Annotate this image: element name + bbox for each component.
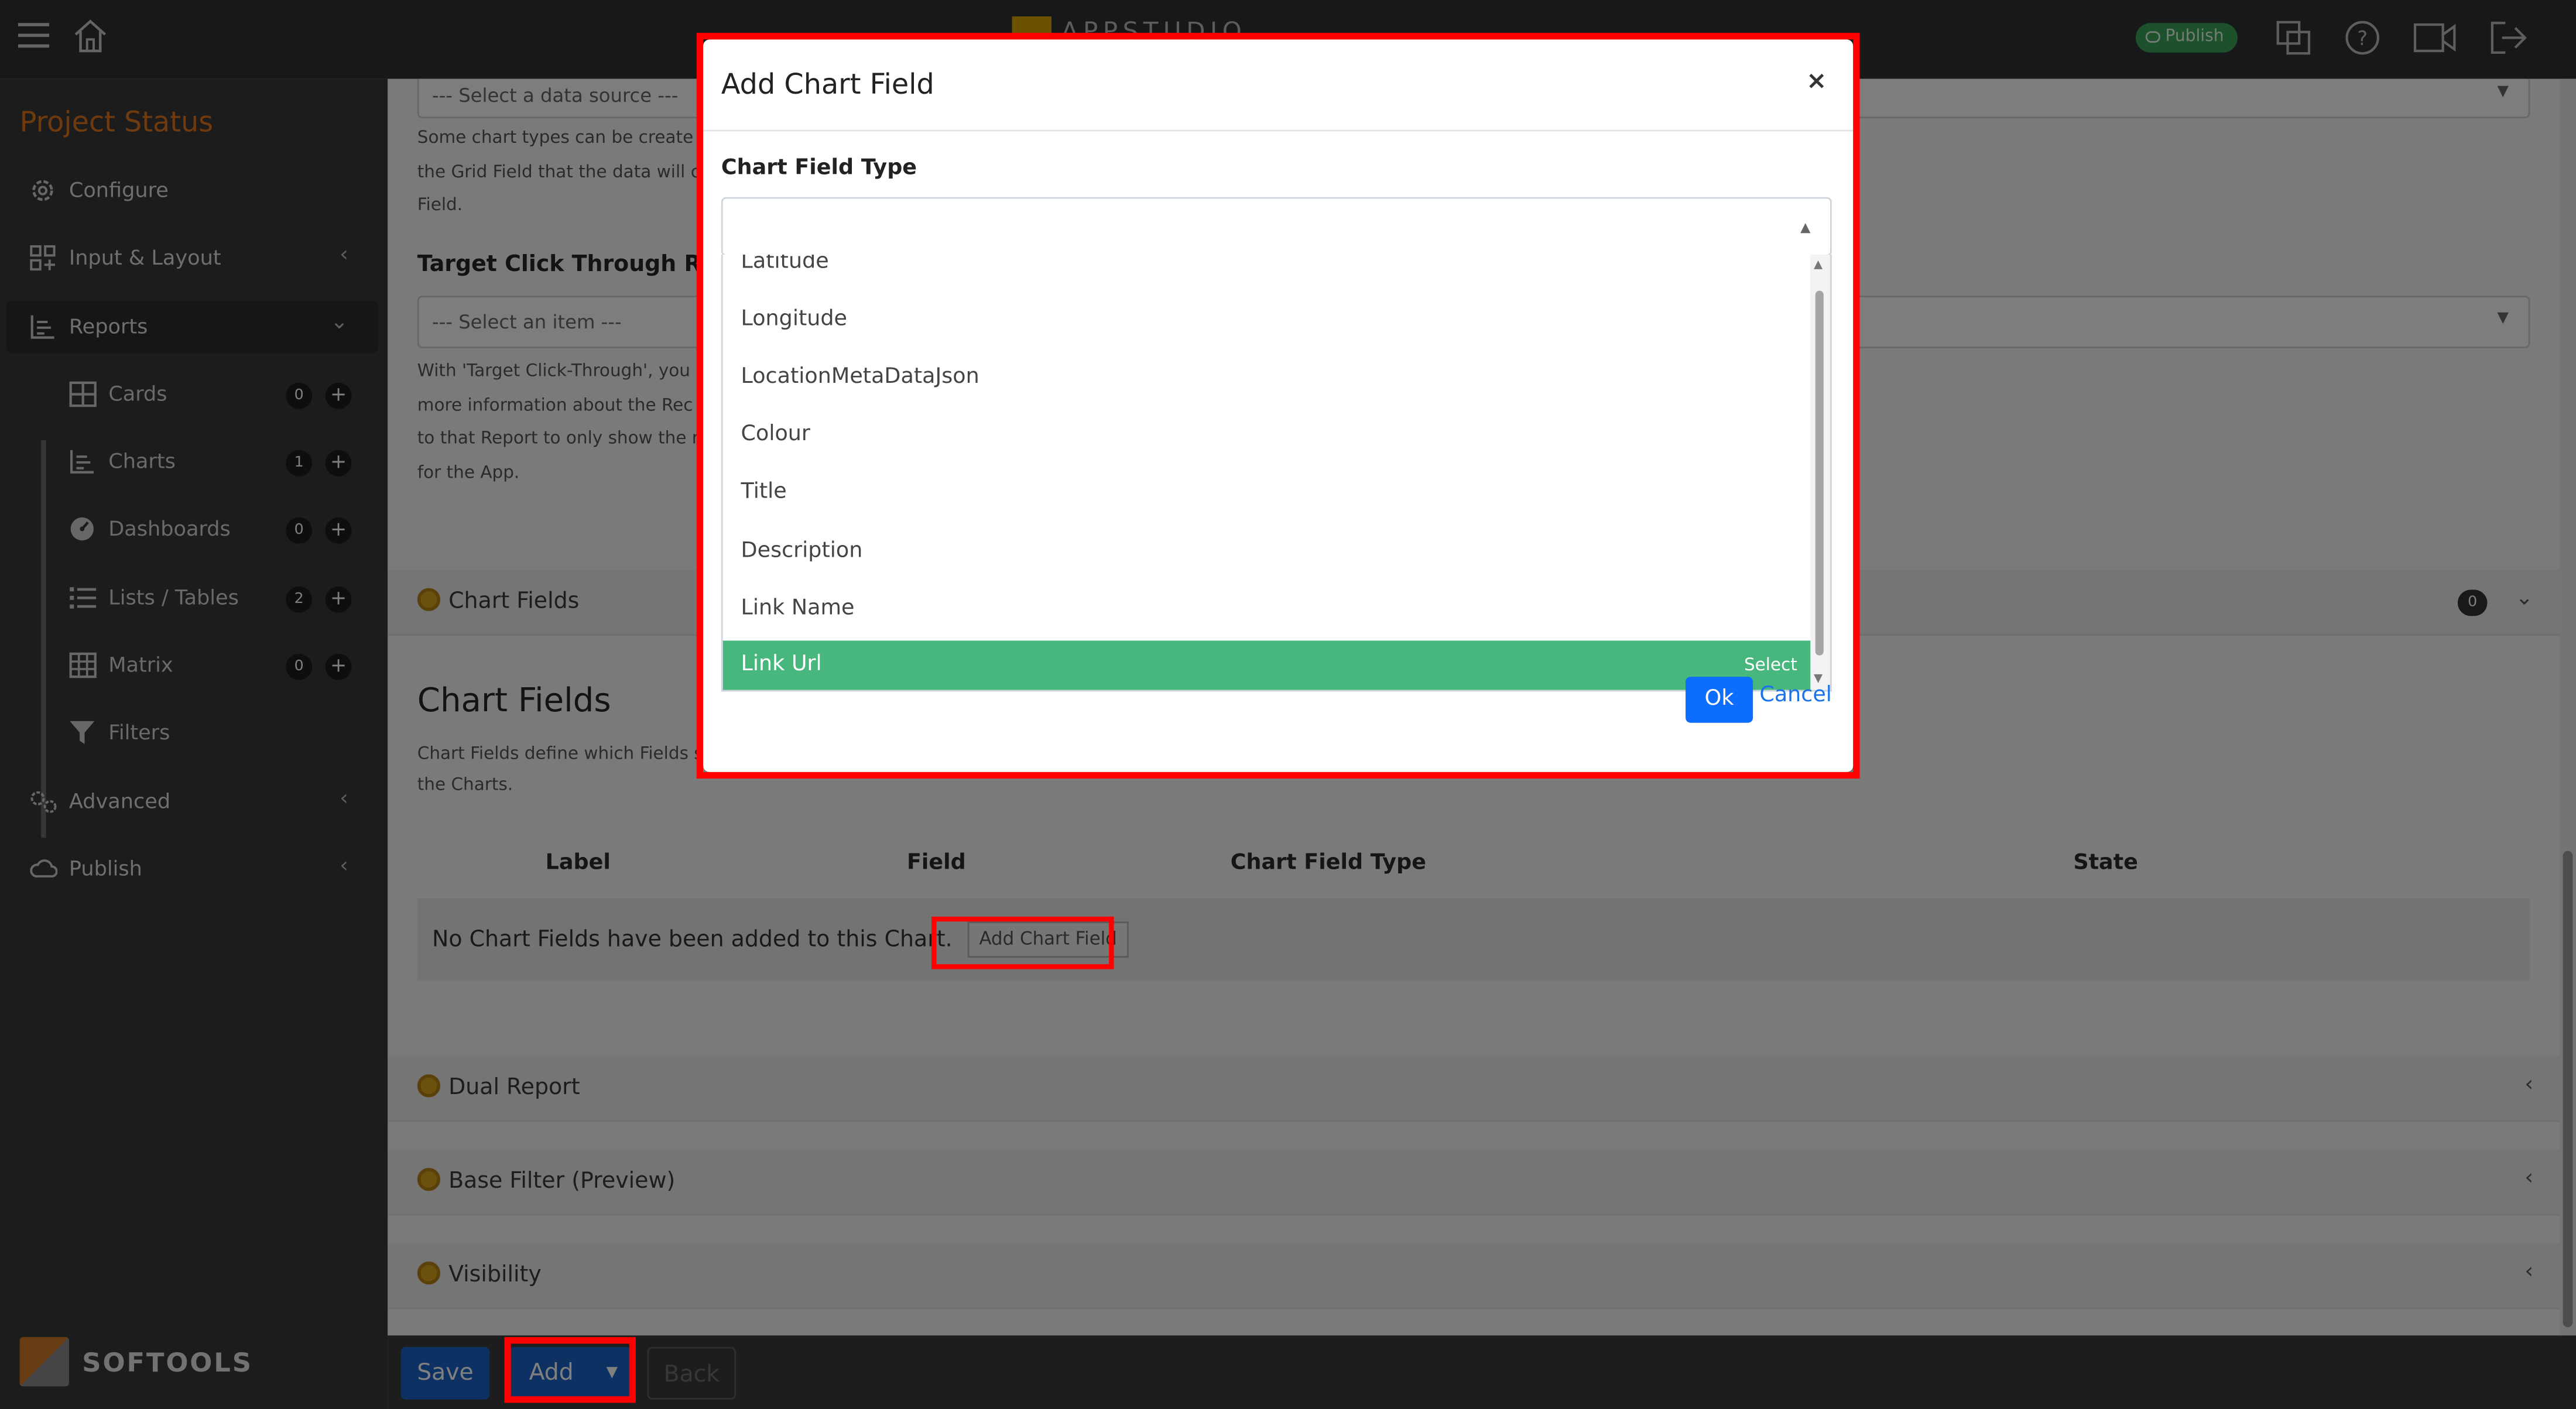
- option-link-url[interactable]: Link Url Select: [722, 640, 1814, 690]
- option-latitude[interactable]: Latitude: [723, 255, 1814, 287]
- option-description[interactable]: Description: [723, 527, 1814, 577]
- add-chart-field-dialog: Add Chart Field × Chart Field Type ▲ Lat…: [703, 39, 1854, 772]
- option-label: Link Name: [741, 596, 855, 621]
- chart-field-type-options: Latitude Longitude LocationMetaDataJson …: [721, 254, 1832, 692]
- option-link-name[interactable]: Link Name: [723, 585, 1814, 634]
- option-title[interactable]: Title: [723, 468, 1814, 517]
- option-label: Longitude: [741, 307, 848, 332]
- ok-button[interactable]: Ok: [1686, 677, 1753, 723]
- option-label: Link Url: [741, 652, 822, 677]
- caret-up-icon: ▲: [1800, 220, 1811, 235]
- options-scrollbar-thumb[interactable]: [1815, 290, 1824, 656]
- option-longitude[interactable]: Longitude: [723, 296, 1814, 345]
- option-label: LocationMetaDataJson: [741, 364, 979, 390]
- close-icon[interactable]: ×: [1806, 66, 1827, 95]
- chart-field-type-label: Chart Field Type: [721, 156, 917, 181]
- scroll-up-icon[interactable]: ▲: [1814, 258, 1823, 271]
- dialog-title: Add Chart Field: [721, 68, 934, 102]
- options-scrollbar[interactable]: ▲ ▼: [1810, 254, 1831, 690]
- chart-field-type-select[interactable]: ▲: [721, 197, 1832, 256]
- option-colour[interactable]: Colour: [723, 411, 1814, 460]
- option-label: Title: [741, 479, 787, 505]
- option-label: Latitude: [741, 254, 829, 275]
- select-hint: Select: [1743, 655, 1797, 676]
- option-label: Colour: [741, 422, 810, 447]
- option-location-meta-data-json[interactable]: LocationMetaDataJson: [723, 353, 1814, 402]
- option-label: Description: [741, 539, 863, 564]
- cancel-link[interactable]: Cancel: [1759, 683, 1832, 708]
- dialog-divider: [703, 129, 1854, 132]
